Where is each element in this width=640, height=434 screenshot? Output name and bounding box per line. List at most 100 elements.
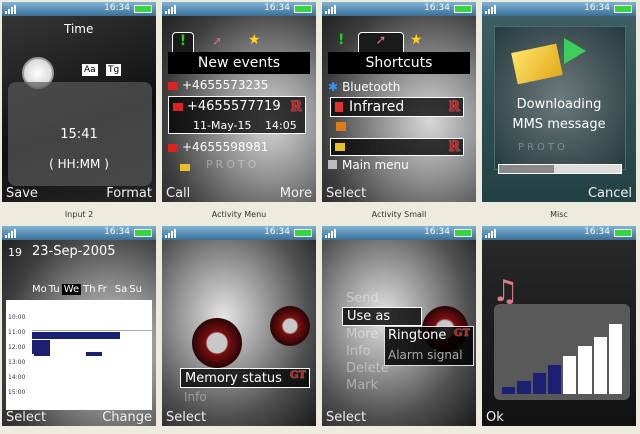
envelope-icon: [335, 143, 345, 151]
status-line-1: Downloading: [516, 97, 602, 112]
tab-shortcuts[interactable]: ➚: [358, 32, 404, 52]
selected-event[interactable]: +4655577719 11-May-15 14:05 R: [168, 96, 306, 134]
cancel-softkey[interactable]: Cancel: [588, 186, 632, 201]
ok-softkey[interactable]: Ok: [486, 410, 504, 425]
grid-icon: [328, 160, 337, 169]
signal-icon: [5, 228, 17, 238]
volume-bar: [532, 373, 546, 394]
bluetooth-icon: ✱: [328, 80, 339, 94]
battery-icon: [134, 5, 152, 13]
appointment-block[interactable]: [34, 352, 50, 356]
clock: 16:34: [424, 3, 450, 13]
volume-bar: [593, 336, 607, 394]
status-bar: 16:34: [2, 2, 156, 16]
submenu-item-ringtone[interactable]: Ringtone: [388, 328, 446, 343]
caption-misc: Misc: [550, 210, 568, 219]
missed-call-icon: [168, 143, 178, 152]
signal-icon: [325, 228, 337, 238]
appointment-block[interactable]: [86, 352, 102, 356]
clock: 16:34: [104, 3, 130, 13]
toggle-tg[interactable]: Tg: [106, 64, 122, 76]
signal-icon: [325, 4, 337, 14]
status-bar: 16:34: [162, 226, 316, 240]
volume-panel[interactable]: [494, 304, 630, 400]
arrow-icon: [564, 38, 586, 64]
gt-logo: GT: [290, 370, 306, 381]
shortcut-bluetooth[interactable]: ✱ Bluetooth: [328, 80, 470, 96]
list-item[interactable]: +4655598981: [168, 140, 310, 156]
status-bar: 16:34: [2, 226, 156, 240]
calendar-screen: 16:34 19 23-Sep-2005 Mo Tu We Th Fr Sa Su 1…: [2, 226, 156, 426]
battery-icon: [614, 229, 632, 237]
caption-activity-menu: Activity Menu: [211, 210, 267, 219]
gt-logo: GT: [454, 328, 470, 339]
brand-text: PROTO: [518, 142, 568, 153]
info-item[interactable]: Info: [184, 390, 207, 404]
panel-header: New events: [168, 52, 310, 74]
format-softkey[interactable]: Format: [106, 186, 152, 201]
current-time-line: [32, 330, 152, 331]
tab-shortcuts-icon[interactable]: ➚: [212, 34, 230, 48]
volume-bar: [563, 355, 577, 394]
tab-events[interactable]: !: [172, 32, 194, 52]
save-softkey[interactable]: Save: [6, 186, 38, 201]
submenu: Ringtone GT Alarm signal: [384, 326, 474, 366]
menu-item-use-as[interactable]: Use as: [342, 307, 422, 326]
tail-light: [192, 318, 242, 368]
brand-text: PROTO: [206, 158, 260, 171]
tab-events[interactable]: !: [338, 32, 356, 48]
clock: 16:34: [264, 227, 290, 237]
tail-light: [270, 306, 310, 346]
change-softkey[interactable]: Change: [102, 410, 152, 425]
more-softkey[interactable]: More: [280, 186, 312, 201]
week-number: 19: [8, 246, 22, 259]
tab-favorites-star-icon[interactable]: ★: [248, 32, 266, 48]
submenu-item-alarm-signal[interactable]: Alarm signal: [388, 348, 463, 362]
infrared-icon: [335, 102, 343, 112]
select-softkey[interactable]: Select: [6, 410, 46, 425]
status-bar: 16:34: [482, 226, 636, 240]
status-bar: 16:34: [322, 226, 476, 240]
volume-bar: [608, 324, 622, 394]
list-item[interactable]: +4655573235: [168, 78, 310, 94]
toggle-aa[interactable]: Aa: [82, 64, 98, 76]
battery-icon: [294, 5, 312, 13]
menu-item-send[interactable]: Send: [342, 290, 422, 307]
progress-fill: [499, 165, 554, 173]
call-softkey[interactable]: Call: [166, 186, 190, 201]
calendar-date: 23-Sep-2005: [32, 244, 116, 259]
r-logo: R: [290, 99, 302, 115]
menu-item-mark[interactable]: Mark: [342, 377, 422, 394]
camera-icon: [336, 122, 346, 131]
appointment-block[interactable]: [32, 332, 120, 339]
volume-bar: [547, 364, 561, 394]
shortcut-item[interactable]: R: [330, 138, 464, 156]
hour-labels: 10:00 11:00 12:00 13:00 14:00 15:00: [8, 314, 26, 396]
caption-input-2: Input 2: [64, 210, 94, 219]
shortcut-infrared[interactable]: Infrared R: [330, 97, 464, 117]
missed-call-icon: [168, 81, 178, 90]
volume-bar: [502, 387, 516, 394]
signal-icon: [165, 4, 177, 14]
battery-icon: [454, 5, 472, 13]
status-line-2: MMS message: [512, 117, 606, 132]
signal-icon: [5, 4, 17, 14]
event-time: 14:05: [265, 119, 297, 132]
volume-screen: 16:34 ♫ Ok: [482, 226, 636, 426]
week-grid[interactable]: 10:00 11:00 12:00 13:00 14:00 15:00: [6, 300, 152, 410]
time-screen: 16:34 Time Aa Tg 15:41 ( HH:MM ) Save Fo…: [2, 2, 156, 202]
activity-screen: 16:34 Memory status GT Info Select: [162, 226, 316, 426]
memory-status-item[interactable]: Memory status GT: [180, 368, 310, 388]
time-input[interactable]: 15:41: [2, 127, 156, 142]
clock: 16:34: [424, 227, 450, 237]
clock: 16:34: [584, 3, 610, 13]
shortcut-main-menu[interactable]: Main menu: [328, 158, 470, 174]
tab-favorites-star-icon[interactable]: ★: [410, 32, 428, 48]
select-softkey[interactable]: Select: [166, 410, 206, 425]
missed-call-icon: [173, 102, 183, 111]
select-softkey[interactable]: Select: [326, 410, 366, 425]
select-softkey[interactable]: Select: [326, 186, 366, 201]
r-logo: R: [448, 99, 460, 115]
event-number: +4655577719: [187, 99, 281, 114]
clock: 16:34: [104, 227, 130, 237]
